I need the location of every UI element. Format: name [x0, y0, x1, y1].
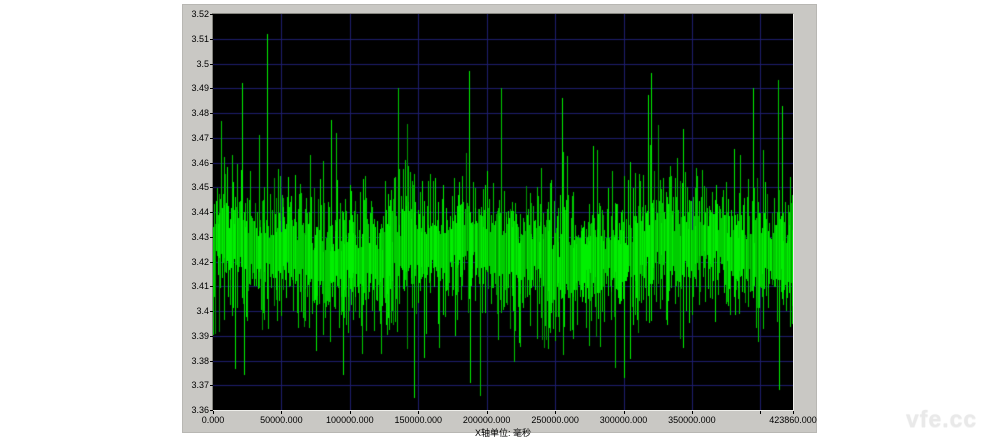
x-tick-label: 50000.000 — [246, 415, 316, 425]
y-tick-label: 3.5 — [183, 59, 209, 69]
y-tick-label: 3.52 — [183, 9, 209, 19]
y-tick-label: 3.47 — [183, 133, 209, 143]
x-tick-label: 150000.000 — [383, 415, 453, 425]
y-tick-label: 3.39 — [183, 331, 209, 341]
x-tick-label: 300000.000 — [589, 415, 659, 425]
plot-area — [212, 13, 794, 411]
x-tick-mark — [350, 411, 351, 414]
y-tick-label: 3.41 — [183, 281, 209, 291]
y-tick-label: 3.48 — [183, 108, 209, 118]
y-tick-mark — [210, 286, 213, 287]
watermark: vfe.cc — [906, 406, 977, 433]
y-tick-mark — [210, 361, 213, 362]
y-tick-label: 3.43 — [183, 232, 209, 242]
x-tick-label: 250000.000 — [520, 415, 590, 425]
y-tick-mark — [210, 88, 213, 89]
y-tick-label: 3.51 — [183, 34, 209, 44]
y-tick-mark — [210, 39, 213, 40]
x-tick-label: 350000.000 — [657, 415, 727, 425]
x-tick-mark — [487, 411, 488, 414]
x-tick-mark — [624, 411, 625, 414]
x-tick-mark — [281, 411, 282, 414]
y-tick-label: 3.44 — [183, 207, 209, 217]
y-tick-label: 3.49 — [183, 83, 209, 93]
y-tick-mark — [210, 385, 213, 386]
signal-plot-canvas[interactable] — [213, 14, 793, 410]
y-tick-label: 3.4 — [183, 306, 209, 316]
x-tick-mark — [793, 411, 794, 414]
y-tick-mark — [210, 311, 213, 312]
x-tick-label: 200000.000 — [452, 415, 522, 425]
x-tick-mark — [418, 411, 419, 414]
y-tick-mark — [210, 14, 213, 15]
chart-panel: 3.52 3.51 3.5 3.49 3.48 3.47 3.46 3.45 3.44 3.43 3… — [182, 4, 817, 433]
y-tick-mark — [210, 336, 213, 337]
y-tick-mark — [210, 212, 213, 213]
y-tick-mark — [210, 138, 213, 139]
x-tick-mark — [692, 411, 693, 414]
x-tick-label: 423860.000 — [758, 415, 828, 425]
y-tick-label: 3.37 — [183, 380, 209, 390]
x-tick-mark — [760, 411, 761, 414]
y-tick-mark — [210, 187, 213, 188]
y-tick-label: 3.42 — [183, 257, 209, 267]
y-tick-mark — [210, 163, 213, 164]
y-tick-label: 3.46 — [183, 158, 209, 168]
x-axis-unit-label: X轴单位: 毫秒 — [443, 428, 563, 438]
y-tick-mark — [210, 262, 213, 263]
x-tick-mark — [555, 411, 556, 414]
y-tick-label: 3.38 — [183, 356, 209, 366]
x-tick-label: 100000.000 — [315, 415, 385, 425]
y-tick-mark — [210, 237, 213, 238]
y-tick-mark — [210, 113, 213, 114]
y-tick-label: 3.36 — [183, 405, 209, 415]
y-tick-mark — [210, 64, 213, 65]
x-tick-label: 0.000 — [178, 415, 248, 425]
y-tick-label: 3.45 — [183, 182, 209, 192]
x-tick-mark — [213, 411, 214, 414]
